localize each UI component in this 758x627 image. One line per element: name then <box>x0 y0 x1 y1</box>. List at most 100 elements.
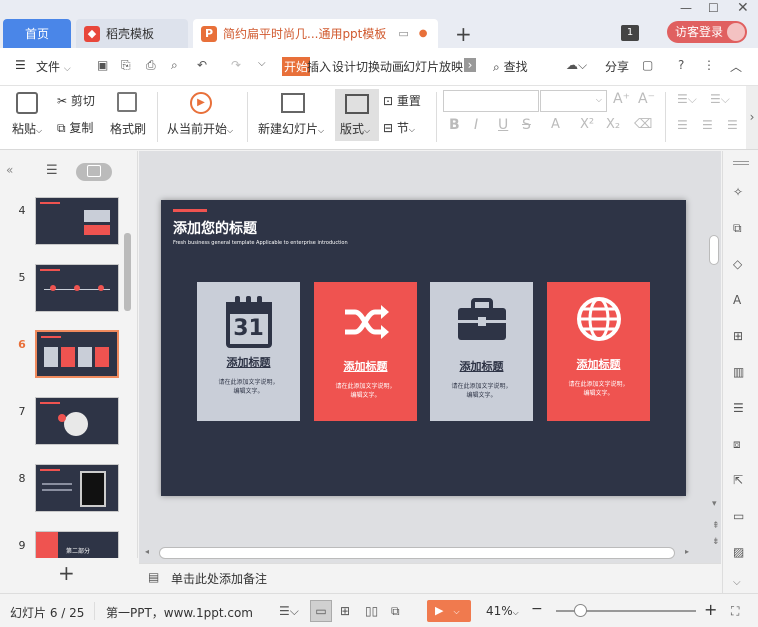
scroll-down-icon[interactable]: ▾ <box>712 499 717 509</box>
panel-grip-icon[interactable] <box>733 161 749 165</box>
decrease-font-icon[interactable]: A⁻ <box>638 91 655 107</box>
feature-card[interactable]: 添加标题 请在此添加文字说明， 编辑文字。 <box>314 282 417 421</box>
undo-icon[interactable]: ↶ <box>197 58 207 72</box>
menu-tab-insert[interactable]: 插入 <box>307 58 331 75</box>
feature-card[interactable]: 添加标题 请在此添加文字说明， 编辑文字。 <box>430 282 533 421</box>
page-badge[interactable]: 1 <box>621 25 639 41</box>
ribbon-scroll-right-icon[interactable]: › <box>746 86 758 149</box>
align-center-icon[interactable]: ☰ <box>702 118 713 132</box>
canvas-horizontal-scrollbar[interactable] <box>159 547 675 559</box>
add-slide-button[interactable]: + <box>58 561 75 585</box>
format-painter-button[interactable]: 格式刷 <box>110 120 146 137</box>
scroll-left-icon[interactable]: ◂ <box>145 547 149 556</box>
image-gallery-icon[interactable]: ⧈ <box>733 437 749 453</box>
play-dropdown-icon[interactable]: ⌵ <box>453 607 459 616</box>
normal-view-icon[interactable]: ▭ <box>310 600 332 622</box>
slide-thumbnail-6-selected[interactable] <box>35 330 119 378</box>
reset-button[interactable]: ⊡ 重置 <box>383 92 421 109</box>
slide-thumbnail-5[interactable] <box>35 264 119 312</box>
more-icon[interactable]: ⋮ <box>703 58 715 72</box>
layout-button[interactable]: 版式⌵ <box>335 89 379 141</box>
search-button[interactable]: ⌕ 查找 <box>493 58 528 75</box>
screen-icon[interactable]: ▭ <box>398 27 408 40</box>
slide[interactable]: 添加您的标题 Fresh business general template A… <box>161 200 686 496</box>
fit-window-icon[interactable]: ⛶ <box>731 604 739 619</box>
collapse-panel-icon[interactable]: « <box>6 163 13 177</box>
prev-slide-icon[interactable]: ⇞ <box>712 521 720 531</box>
menu-tab-transition[interactable]: 切换 <box>356 58 380 75</box>
slide-sorter-icon[interactable]: ⊞ <box>340 604 350 618</box>
help-icon[interactable]: ? <box>678 58 684 72</box>
italic-icon[interactable]: I <box>474 117 478 133</box>
cloud-sync-icon[interactable]: ☁⌵ <box>566 58 587 73</box>
slide-subtitle[interactable]: Fresh business general template Applicab… <box>173 240 348 246</box>
zoom-slider-handle[interactable] <box>574 604 587 617</box>
slide-thumbnail-4[interactable] <box>35 197 119 245</box>
zoom-in-button[interactable]: + <box>704 600 717 619</box>
scroll-tabs-right-icon[interactable]: › <box>464 58 476 72</box>
new-slide-icon[interactable] <box>281 93 305 113</box>
feature-card[interactable]: 31 添加标题 请在此添加文字说明， 编辑文字。 <box>197 282 300 421</box>
format-painter-icon[interactable] <box>117 92 137 112</box>
magic-wand-icon[interactable]: ✧ <box>733 185 749 201</box>
text-shadow-icon[interactable]: A <box>551 117 560 132</box>
feature-card[interactable]: 添加标题 请在此添加文字说明， 编辑文字。 <box>547 282 650 421</box>
picture-icon[interactable]: ▨ <box>733 545 749 561</box>
export-icon[interactable]: ⎘ <box>121 58 131 73</box>
guest-login-button[interactable]: 访客登录 <box>667 21 747 43</box>
save-icon[interactable]: ▣ <box>97 58 108 72</box>
font-name-field[interactable] <box>443 90 539 112</box>
print-icon[interactable]: ⎙ <box>146 58 156 73</box>
menu-tab-design[interactable]: 设计 <box>332 58 356 75</box>
bullet-list-icon[interactable]: ☰⌵ <box>677 92 697 107</box>
close-button[interactable]: ✕ <box>737 0 749 16</box>
zoom-out-button[interactable]: − <box>531 601 543 617</box>
play-slideshow-button[interactable]: ▶ ⌵ <box>427 600 471 622</box>
menu-tab-animation[interactable]: 动画 <box>380 58 404 75</box>
number-list-icon[interactable]: ☰⌵ <box>710 92 730 107</box>
collapse-ribbon-icon[interactable]: ︿ <box>730 58 742 75</box>
underline-icon[interactable]: U <box>498 117 508 133</box>
archive-icon[interactable]: ▭ <box>733 509 749 525</box>
tab-home[interactable]: 首页 <box>3 19 71 48</box>
increase-font-icon[interactable]: A⁺ <box>613 91 630 107</box>
shapes-icon[interactable]: ◇ <box>733 257 749 273</box>
slide-title[interactable]: 添加您的标题 <box>173 218 257 238</box>
redo-icon[interactable]: ↷ <box>231 58 241 72</box>
paste-button[interactable]: 粘贴⌵ <box>12 120 42 137</box>
scroll-down-toolbar-icon[interactable]: ⌵ <box>733 577 749 593</box>
share-button[interactable]: 分享 <box>605 58 629 75</box>
notes-area[interactable]: ▤ 单击此处添加备注 <box>139 563 721 593</box>
transform-icon[interactable]: ⧉ <box>733 221 749 237</box>
cut-button[interactable]: ✂ 剪切 <box>57 92 95 109</box>
slide-thumbnail-7[interactable] <box>35 397 119 445</box>
strikethrough-icon[interactable]: S <box>522 117 531 133</box>
new-tab-button[interactable]: + <box>455 22 472 46</box>
align-left-icon[interactable]: ☰ <box>677 118 688 132</box>
superscript-icon[interactable]: X² <box>580 117 594 132</box>
outline-view-icon[interactable]: ☰ <box>46 163 58 178</box>
menu-tab-slideshow[interactable]: 幻灯片放映 <box>403 58 463 75</box>
collab-icon[interactable]: ▢ <box>642 58 653 72</box>
share-export-icon[interactable]: ⇱ <box>733 473 749 489</box>
thumbnail-view-toggle[interactable] <box>76 163 112 181</box>
play-from-current-button[interactable]: 从当前开始⌵ <box>167 120 233 137</box>
next-slide-icon[interactable]: ⇟ <box>712 537 720 547</box>
play-from-current-icon[interactable]: ▶ <box>190 92 212 114</box>
preview-icon[interactable]: ⌕ <box>171 58 178 73</box>
thumbnail-scrollbar[interactable] <box>124 233 131 311</box>
align-right-icon[interactable]: ☰ <box>727 118 738 132</box>
clear-format-icon[interactable]: ⌫ <box>634 117 652 132</box>
slide-thumbnail-8[interactable] <box>35 464 119 512</box>
minimize-button[interactable]: — <box>680 1 692 15</box>
new-slide-button[interactable]: 新建幻灯片⌵ <box>258 120 324 137</box>
presenter-icon[interactable]: ⧉ <box>391 604 400 619</box>
theme-name[interactable]: 第一PPT，www.1ppt.com <box>106 604 253 621</box>
text-style-icon[interactable]: A <box>733 293 749 309</box>
copy-button[interactable]: ⧉ 复制 <box>57 119 93 136</box>
file-menu[interactable]: 文件 ⌵ <box>36 58 71 75</box>
canvas-vertical-scrollbar[interactable] <box>709 235 719 265</box>
tab-document[interactable]: P 简约扁平时尚几...通用ppt模板 ▭ ● <box>193 19 438 48</box>
hamburger-icon[interactable]: ☰ <box>15 58 26 72</box>
menu-tab-start[interactable]: 开始 <box>282 57 311 76</box>
